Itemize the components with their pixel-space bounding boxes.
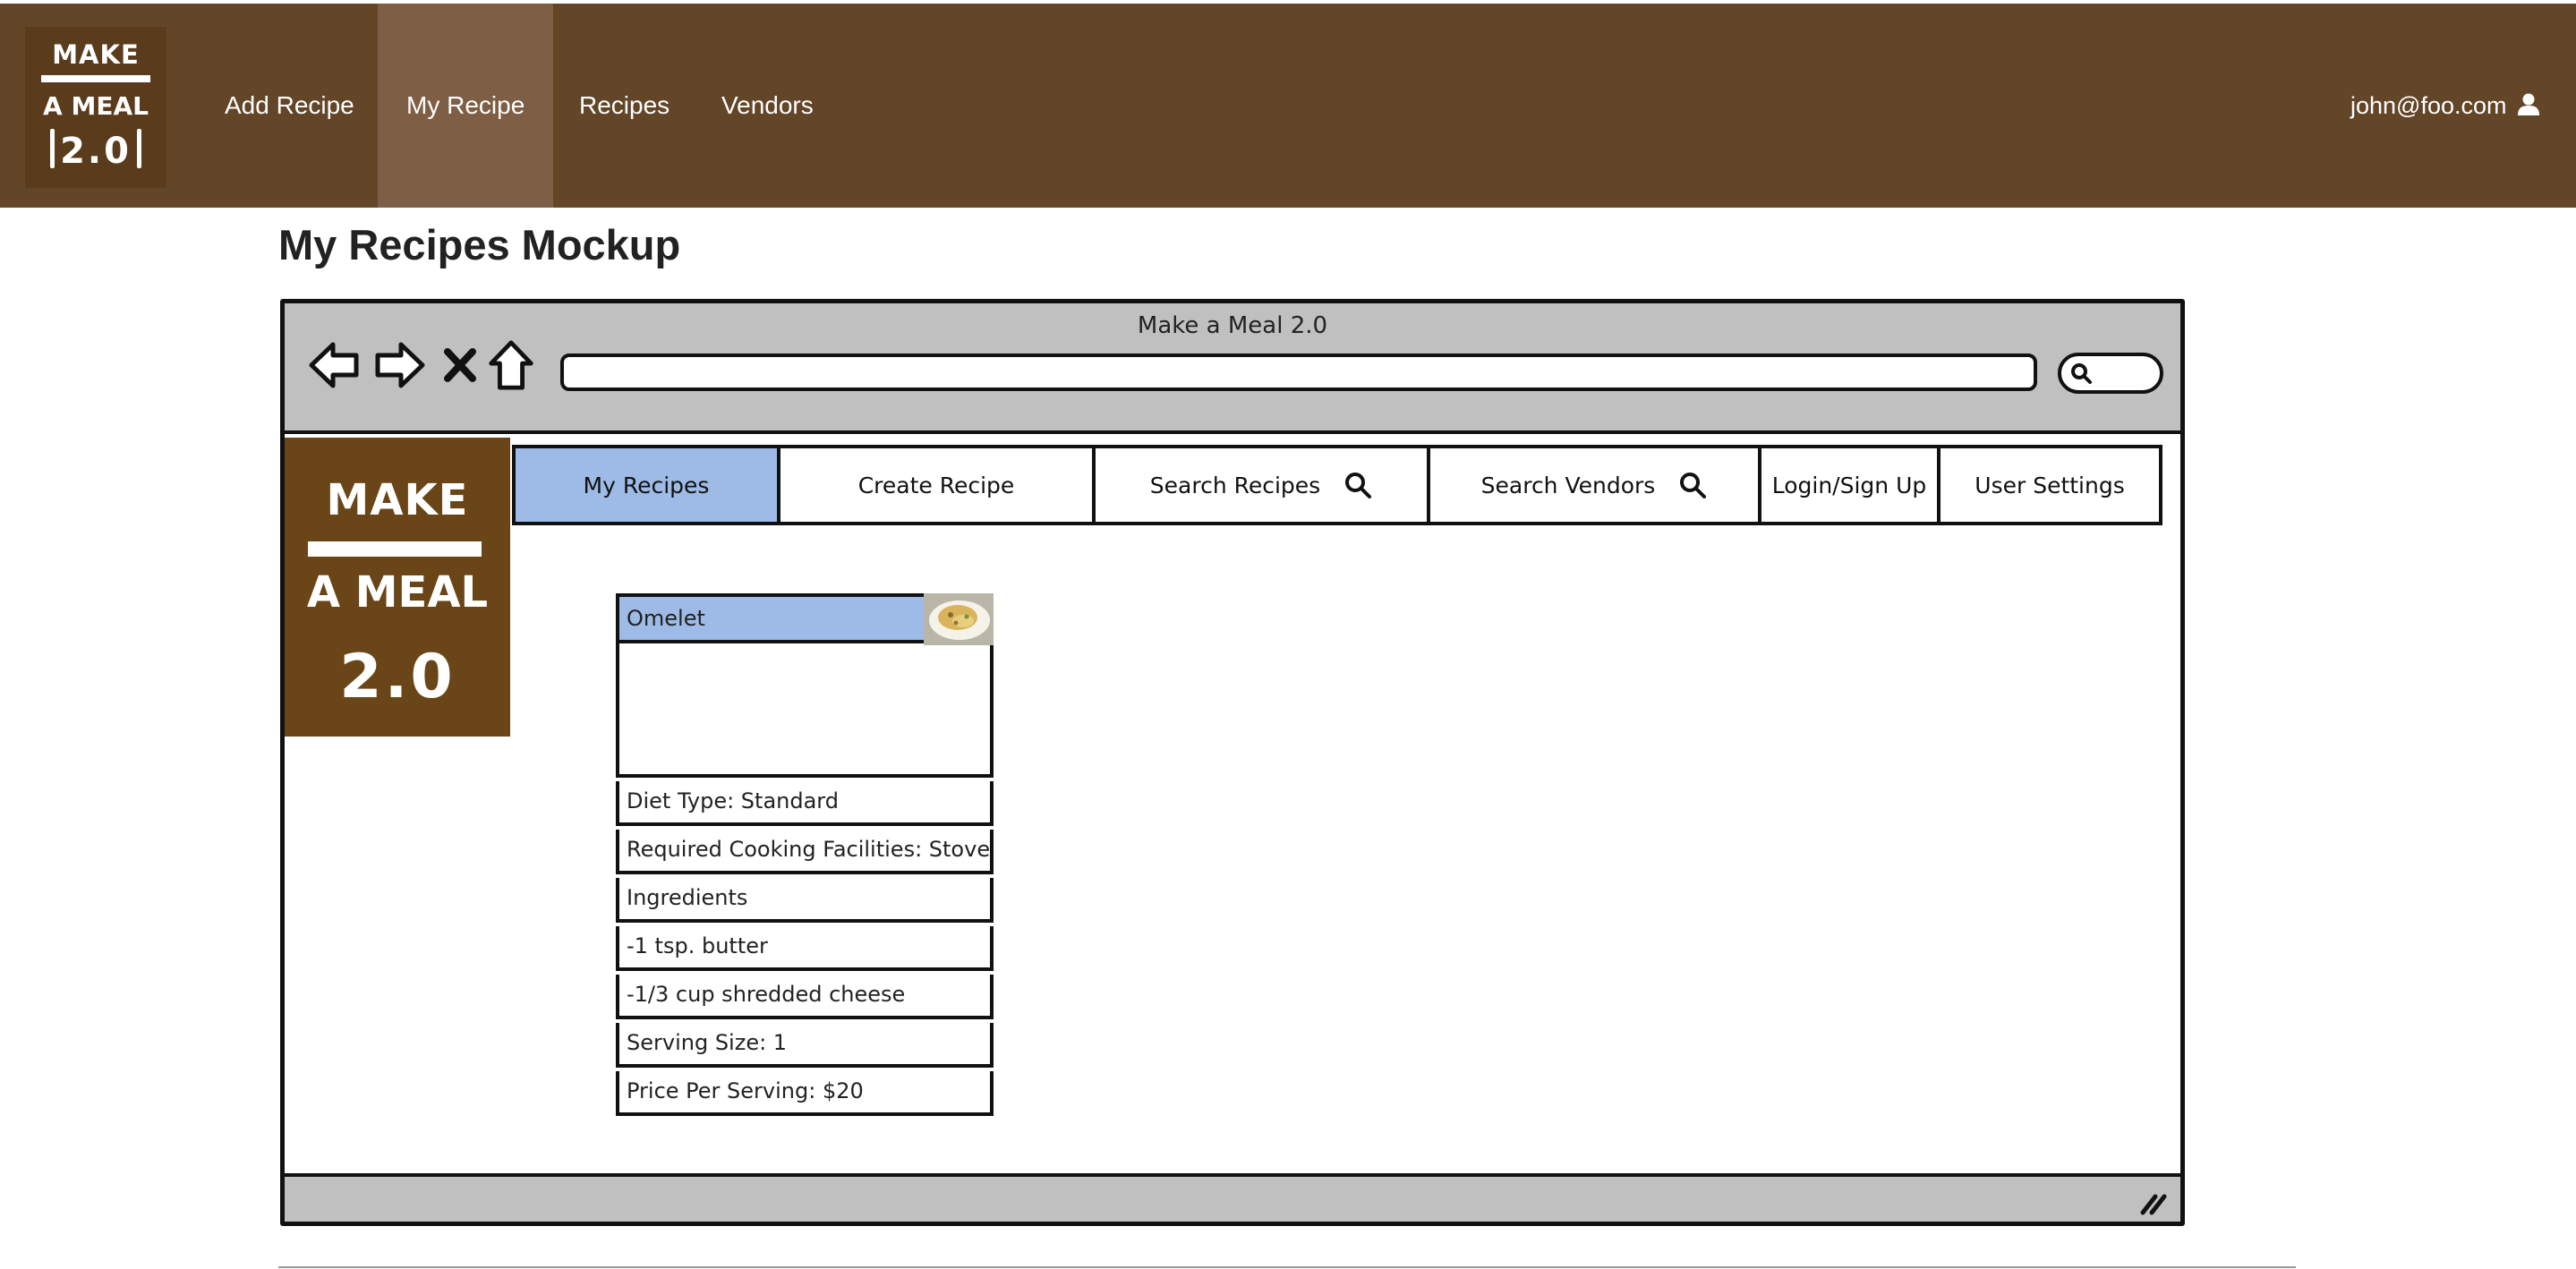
mockup-logo-meal: A MEAL [306,567,489,617]
back-arrow-icon[interactable] [308,339,362,391]
tab-label: Search Recipes [1149,472,1321,498]
logo-line-make: MAKE [52,39,140,70]
nav-my-recipe[interactable]: My Recipe [378,4,554,208]
url-bar[interactable] [560,353,2037,391]
recipe-card[interactable]: Omelet Diet Type: Standard Required Cook… [616,593,994,1116]
tab-my-recipes[interactable]: My Recipes [512,445,780,525]
search-icon [2071,363,2092,384]
tab-label: User Settings [1975,472,2125,498]
mockup-logo-divider [308,541,482,557]
mockup-logo-version: 2.0 [339,642,456,712]
resize-grip-icon[interactable] [2137,1189,2170,1216]
site-logo[interactable]: MAKE A MEAL 2.0 [25,27,166,188]
recipe-diet-type: Diet Type: Standard [616,781,994,826]
recipe-serving-size: Serving Size: 1 [616,1023,994,1068]
recipe-ingredients-heading: Ingredients [616,878,994,923]
page-title: My Recipes Mockup [278,221,681,268]
top-navbar: MAKE A MEAL 2.0 Add Recipe My Recipe Rec… [0,4,2576,208]
nav-add-recipe[interactable]: Add Recipe [225,4,354,208]
tab-search-recipes[interactable]: Search Recipes [1092,445,1430,525]
close-x-icon[interactable] [442,339,478,391]
mockup-logo-make: MAKE [326,475,469,525]
recipe-name: Omelet [627,606,705,631]
nav-recipes[interactable]: Recipes [579,4,670,208]
mockup-window-title: Make a Meal 2.0 [1137,312,1328,339]
tab-login-signup[interactable]: Login/Sign Up [1758,445,1941,525]
user-email: john@foo.com [2350,92,2507,119]
tab-label: Login/Sign Up [1771,472,1927,498]
recipe-price-per-serving: Price Per Serving: $20 [616,1071,994,1116]
spoon-icon [50,129,55,168]
forward-arrow-icon[interactable] [372,339,426,391]
nav-vendors[interactable]: Vendors [721,4,814,208]
user-menu[interactable]: john@foo.com [2350,4,2540,208]
mockup-status-bar [285,1173,2180,1222]
user-icon [2517,5,2540,209]
search-icon [1345,473,1372,498]
tab-label: Create Recipe [857,472,1015,498]
recipe-ingredient-item: -1 tsp. butter [616,926,994,971]
recipe-description-area [616,643,994,778]
logo-divider [41,75,150,82]
tab-search-vendors[interactable]: Search Vendors [1427,445,1761,525]
fork-icon [137,129,141,168]
tab-label: Search Vendors [1480,472,1656,498]
mockup-browser-chrome: Make a Meal 2.0 [285,303,2180,434]
recipe-ingredient-item: -1/3 cup shredded cheese [616,975,994,1019]
logo-line-version: 2.0 [60,131,132,172]
tab-create-recipe[interactable]: Create Recipe [777,445,1096,525]
recipe-cooking-facilities: Required Cooking Facilities: Stove [616,830,994,874]
mockup-logo: MAKE A MEAL 2.0 [285,438,510,737]
search-icon [1680,473,1707,498]
logo-line-meal: A MEAL [43,91,149,121]
home-icon[interactable] [487,339,535,391]
mockup-window: Make a Meal 2.0 MAKE A MEAL 2.0 My Recip… [280,299,2185,1226]
footer-divider [278,1266,2296,1268]
tab-label: My Recipes [583,472,710,498]
omelet-thumbnail-image [924,593,994,645]
browser-search-field[interactable] [2058,353,2163,394]
tab-user-settings[interactable]: User Settings [1937,445,2162,525]
recipe-card-header: Omelet [616,593,994,645]
